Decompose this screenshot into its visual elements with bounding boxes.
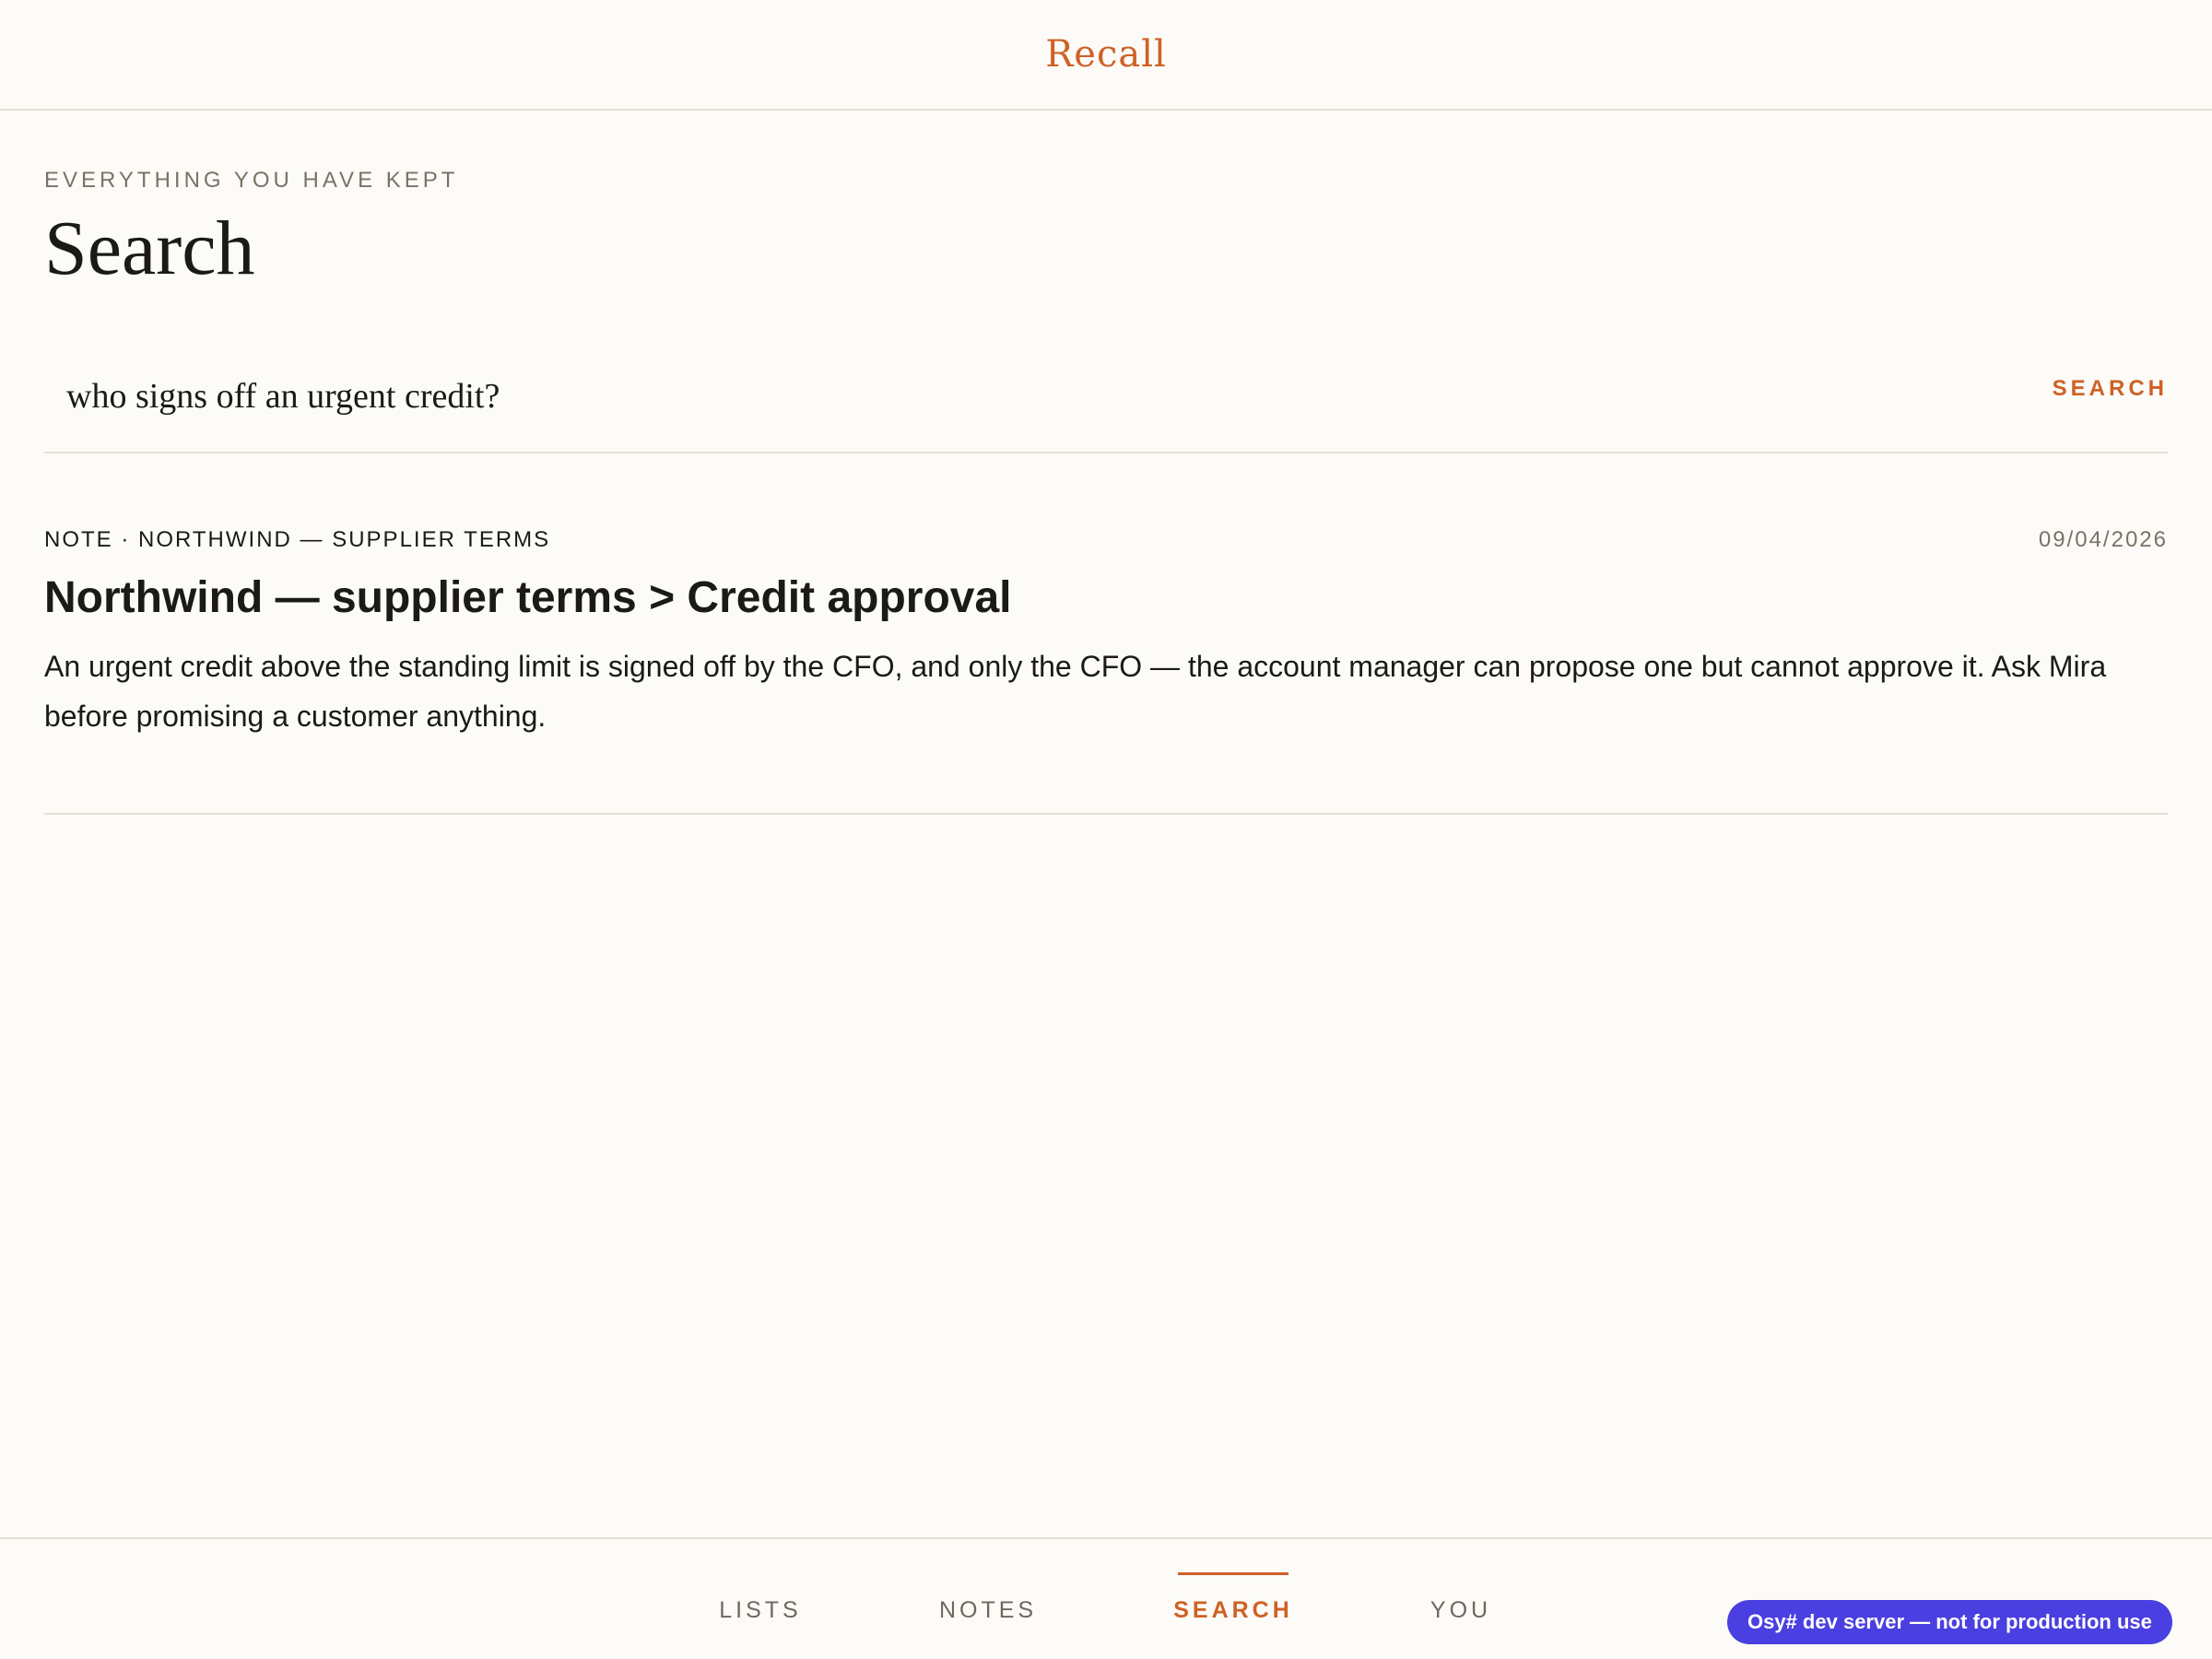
result-meta: NOTE · NORTHWIND — SUPPLIER TERMS xyxy=(44,527,551,552)
search-input[interactable] xyxy=(44,341,1906,452)
search-bar: SEARCH xyxy=(44,341,2168,453)
result-snippet: An urgent credit above the standing limi… xyxy=(44,650,2107,733)
page-eyebrow: EVERYTHING YOU HAVE KEPT xyxy=(44,168,459,193)
tab-notes-label: NOTES xyxy=(938,1596,1038,1623)
tab-lists[interactable]: LISTS xyxy=(719,1539,802,1659)
result-date: 09/04/2026 xyxy=(2038,527,2168,552)
result-title[interactable]: Northwind — supplier terms > Credit appr… xyxy=(44,571,1012,625)
app-header: Recall xyxy=(0,0,2212,111)
tab-lists-label: LISTS xyxy=(719,1596,802,1623)
app-title: Recall xyxy=(1045,33,1167,76)
search-result[interactable]: NOTE · NORTHWIND — SUPPLIER TERMS 09/04/… xyxy=(44,527,2168,815)
tab-search[interactable]: SEARCH xyxy=(1173,1539,1289,1659)
tab-you[interactable]: YOU xyxy=(1430,1539,1492,1659)
tab-search-label: SEARCH xyxy=(1173,1596,1293,1623)
dev-server-badge: Osy# dev server — not for production use xyxy=(1727,1600,2172,1644)
tab-notes[interactable]: NOTES xyxy=(938,1539,1038,1659)
page-title: Search xyxy=(44,206,255,291)
search-button[interactable]: SEARCH xyxy=(2053,376,2168,402)
tab-you-label: YOU xyxy=(1430,1596,1492,1623)
